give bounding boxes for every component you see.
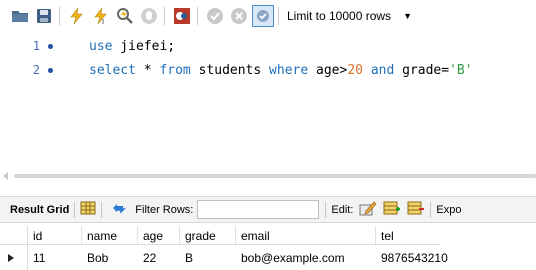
column-header-id[interactable]: id [28, 226, 82, 245]
refresh-icon[interactable] [111, 201, 127, 218]
code-text: use jiefei; [89, 39, 175, 54]
query-toolbar: I Limit to 10000 rows ▼ [0, 0, 536, 32]
table-cell[interactable]: B [180, 248, 236, 267]
code-text: select * from students where age>20 and … [89, 63, 473, 78]
sql-keyword: and [370, 62, 395, 78]
toolbar-separator [101, 201, 103, 218]
table-cell[interactable]: Bob [82, 248, 138, 267]
table-cell[interactable]: 22 [138, 248, 180, 267]
delete-row-icon[interactable] [407, 200, 425, 219]
toolbar-separator [430, 201, 432, 218]
editor-line-1: 1 use jiefei; [0, 36, 536, 56]
toolbar-separator [74, 201, 76, 218]
filter-rows-input[interactable] [197, 200, 320, 219]
sql-editor[interactable]: 1 use jiefei; 2 select * from students w… [0, 32, 536, 168]
grid-layout-icon[interactable] [80, 201, 96, 218]
scroll-left-icon[interactable] [3, 172, 8, 180]
execute-current-icon[interactable]: I [90, 5, 112, 27]
limit-rows-label: Limit to 10000 rows [287, 9, 392, 23]
sql-keyword: where [269, 62, 309, 78]
table-cell[interactable]: bob@example.com [236, 248, 376, 267]
sql-number: 20 [347, 62, 363, 78]
statement-marker-icon [48, 67, 53, 73]
editor-horizontal-scrollbar[interactable] [0, 168, 536, 184]
commit-icon[interactable] [204, 5, 226, 27]
sql-text: students [190, 62, 270, 78]
line-number: 1 [32, 39, 40, 53]
sql-keyword: use [89, 38, 113, 54]
column-header-tel[interactable]: tel [376, 226, 440, 245]
limit-rows-select[interactable]: Limit to 10000 rows ▼ [287, 9, 412, 23]
sql-text: grade= [394, 62, 450, 78]
column-header-name[interactable]: name [82, 226, 138, 245]
chevron-down-icon: ▼ [403, 11, 412, 21]
sql-text: age> [308, 62, 348, 78]
autocommit-icon[interactable] [252, 5, 274, 27]
current-row-icon [8, 254, 14, 262]
table-cell[interactable]: 11 [28, 248, 82, 267]
statement-marker-icon [48, 43, 53, 49]
stop-icon[interactable] [138, 5, 160, 27]
toggle-output-icon[interactable] [171, 5, 193, 27]
toolbar-separator [325, 201, 327, 218]
result-grid-tab[interactable]: Result Grid [10, 204, 69, 216]
result-toolbar: Result Grid Filter Rows: Edit: Expo [0, 196, 536, 223]
sql-text: * [135, 62, 160, 78]
column-header-email[interactable]: email [236, 226, 376, 245]
export-label[interactable]: Expo [436, 204, 461, 216]
sql-string: 'B' [449, 62, 473, 78]
edit-label: Edit: [331, 203, 354, 216]
rollback-icon[interactable] [228, 5, 250, 27]
sql-keyword: from [159, 62, 191, 78]
column-header-age[interactable]: age [138, 226, 180, 245]
scrollbar-thumb[interactable] [14, 174, 536, 178]
explain-icon[interactable] [114, 5, 136, 27]
result-grid: id name age grade email tel 11 Bob 22 B … [0, 226, 536, 270]
toolbar-separator [59, 7, 60, 25]
column-header-grade[interactable]: grade [180, 226, 236, 245]
sql-text: jiefei; [112, 38, 176, 54]
execute-icon[interactable] [66, 5, 88, 27]
open-folder-icon[interactable] [9, 5, 31, 27]
save-icon[interactable] [33, 5, 55, 27]
add-row-icon[interactable] [383, 200, 401, 219]
line-number: 2 [32, 63, 40, 77]
grid-header: id name age grade email tel [0, 226, 440, 245]
svg-text:I: I [102, 18, 104, 25]
edit-row-icon[interactable] [359, 200, 377, 219]
table-cell[interactable]: 9876543210 [376, 248, 448, 267]
toolbar-separator [197, 7, 198, 25]
table-row[interactable]: 11 Bob 22 B bob@example.com 9876543210 [0, 248, 448, 267]
toolbar-separator [164, 7, 165, 25]
toolbar-separator [278, 7, 279, 25]
sql-keyword: select [89, 62, 136, 78]
filter-rows-label: Filter Rows: [135, 203, 194, 216]
editor-line-2: 2 select * from students where age>20 an… [0, 60, 536, 80]
